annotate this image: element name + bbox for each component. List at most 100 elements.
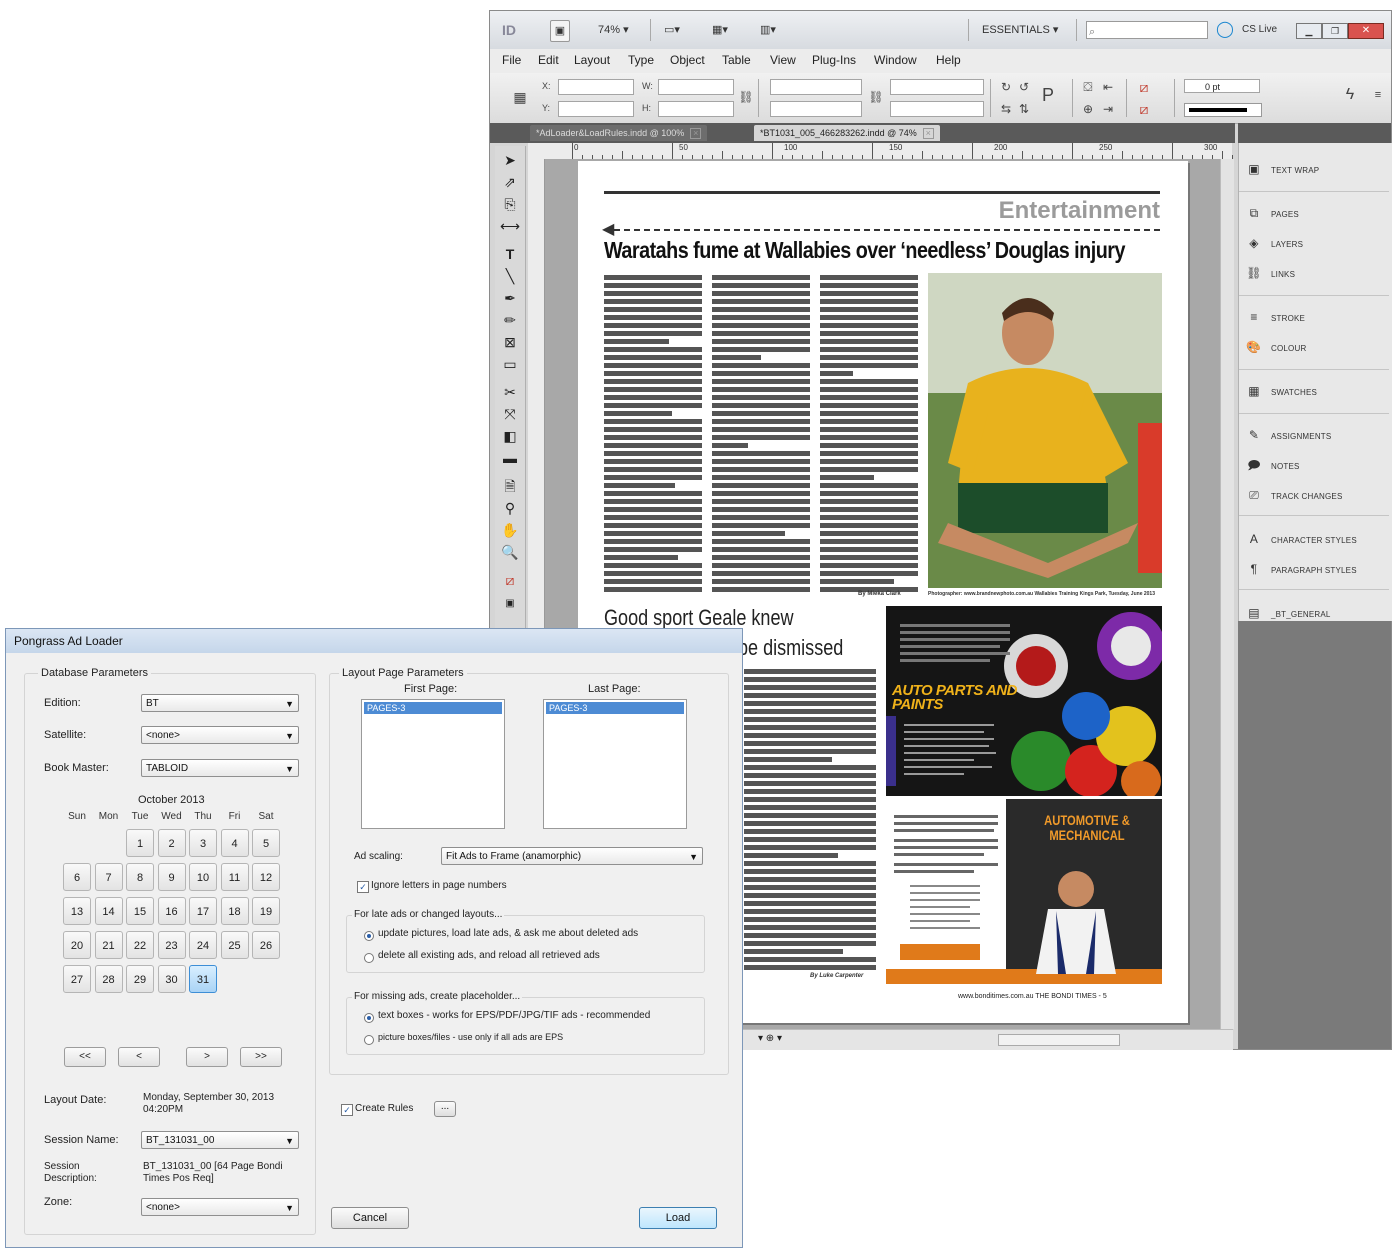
calendar-prev-year-button[interactable]: << [64,1047,106,1067]
scissors-tool-icon[interactable]: ✂ [499,382,521,402]
panel-menu-icon[interactable]: ≡ [1370,87,1386,103]
bridge-icon[interactable]: ▣ [550,20,570,42]
cs-live-icon[interactable]: ◯ [1216,20,1234,40]
panel-text-wrap[interactable]: ▣ TEXT WRAP [1245,159,1319,179]
panel-character-styles[interactable]: A CHARACTER STYLES [1245,529,1357,549]
panel-pages[interactable]: ⧉ PAGES [1245,203,1299,223]
apply-color-icon[interactable]: ▣ [499,594,521,614]
maximize-button[interactable]: ❐ [1322,23,1348,39]
stroke-weight-field[interactable]: 0 pt [1184,79,1260,93]
create-rules-checkbox[interactable]: ✓ [341,1104,353,1116]
calendar-day-20[interactable]: 20 [63,931,91,959]
menu-view[interactable]: View [770,53,796,67]
calendar-day-30[interactable]: 30 [157,965,186,993]
hand-tool-icon[interactable]: ✋ [499,520,521,540]
page-tool-icon[interactable]: ⎘ [499,194,521,214]
calendar-day-2[interactable]: 2 [157,829,186,857]
calendar-day-23[interactable]: 23 [157,931,186,959]
missing-ads-picture-radio[interactable] [364,1035,374,1045]
calendar-day-21[interactable]: 21 [94,931,123,959]
calendar-day-15[interactable]: 15 [126,897,154,925]
fill-swatch-icon[interactable]: ⧄ [1136,79,1152,95]
menu-file[interactable]: File [502,53,521,67]
shear-field[interactable] [890,101,984,117]
calendar-day-31[interactable]: 31 [189,965,217,993]
select-previous-icon[interactable]: ⇤ [1100,79,1116,95]
width-field[interactable] [658,79,734,95]
line-tool-icon[interactable]: ╲ [499,266,521,286]
close-tab-icon[interactable]: × [922,128,934,139]
free-transform-tool-icon[interactable]: ⤧ [499,404,521,424]
book-master-dropdown[interactable]: TABLOID ▼ [141,759,299,777]
cancel-button[interactable]: Cancel [331,1207,409,1229]
calendar-day-3[interactable]: 3 [189,829,217,857]
screen-mode-icon[interactable]: ▦▾ [712,20,728,40]
calendar-day-5[interactable]: 5 [252,829,280,857]
type-tool-icon[interactable]: T [499,244,521,264]
calendar-day-8[interactable]: 8 [126,863,154,891]
calendar-day-11[interactable]: 11 [220,863,249,891]
panel-swatches[interactable]: ▦ SWATCHES [1245,381,1317,401]
close-tab-icon[interactable]: × [690,128,702,139]
eyedropper-tool-icon[interactable]: ⚲ [499,498,521,518]
panel-layers[interactable]: ◈ LAYERS [1245,233,1303,253]
zoom-tool-icon[interactable]: 🔍 [499,542,521,562]
view-options-icon[interactable]: ▭▾ [664,20,680,40]
help-search-input[interactable]: ⌕ [1086,21,1208,39]
minimize-button[interactable]: ▁ [1296,23,1322,39]
calendar-day-29[interactable]: 29 [126,965,154,993]
panel-links[interactable]: ⛓ LINKS [1245,263,1295,283]
calendar-day-25[interactable]: 25 [220,931,249,959]
calendar-day-12[interactable]: 12 [252,863,280,891]
flip-horizontal-icon[interactable]: ⇆ [998,101,1014,117]
panel-paragraph-styles[interactable]: ¶ PARAGRAPH STYLES [1245,559,1357,579]
last-page-item[interactable]: PAGES-3 [546,702,684,714]
panel-notes[interactable]: 🗩 NOTES [1245,455,1300,475]
constrain-proportions-icon[interactable]: ⛓ [738,89,754,105]
calendar-day-9[interactable]: 9 [157,863,186,891]
calendar-day-18[interactable]: 18 [220,897,249,925]
rotation-field[interactable] [890,79,984,95]
calendar-day-26[interactable]: 26 [252,931,280,959]
calendar-day-4[interactable]: 4 [220,829,249,857]
rectangle-tool-icon[interactable]: ▭ [499,354,521,374]
fill-stroke-icon[interactable]: ⧄ [499,570,521,590]
arrange-documents-icon[interactable]: ▥▾ [760,20,776,40]
ad-scaling-dropdown[interactable]: Fit Ads to Frame (anamorphic) ▼ [441,847,703,865]
preflight-status-icon[interactable]: ▾ ⊕ ▾ [758,1033,782,1044]
first-page-item[interactable]: PAGES-3 [364,702,502,714]
pencil-tool-icon[interactable]: ✏ [499,310,521,330]
horizontal-scrollbar[interactable] [998,1034,1120,1046]
gradient-feather-tool-icon[interactable]: ▬ [499,448,521,468]
note-tool-icon[interactable]: 🗎 [499,476,521,496]
load-button[interactable]: Load [639,1207,717,1229]
missing-ads-textbox-label[interactable]: text boxes - works for EPS/PDF/JPG/TIF a… [378,1010,650,1021]
calendar-day-6[interactable]: 6 [63,863,91,891]
selection-tool-icon[interactable]: ➤ [499,150,521,170]
late-ads-delete-radio[interactable] [364,953,374,963]
calendar-day-17[interactable]: 17 [189,897,217,925]
first-page-list[interactable]: PAGES-3 [361,699,505,829]
panel-track-changes[interactable]: ⎚ TRACK CHANGES [1245,485,1343,505]
calendar-day-22[interactable]: 22 [126,931,154,959]
vertical-scrollbar[interactable] [1220,159,1234,1029]
quick-apply-icon[interactable]: ϟ [1342,87,1358,103]
flip-vertical-icon[interactable]: ⇅ [1016,101,1032,117]
calendar-day-13[interactable]: 13 [63,897,91,925]
stroke-swatch-icon[interactable]: ⧄ [1136,101,1152,117]
select-next-icon[interactable]: ⇥ [1100,101,1116,117]
zoom-level-dropdown[interactable]: 74% ▾ [598,20,629,40]
direct-selection-tool-icon[interactable]: ⇗ [499,172,521,192]
constrain-scale-icon[interactable]: ⛓ [868,89,884,105]
last-page-list[interactable]: PAGES-3 [543,699,687,829]
rectangle-frame-tool-icon[interactable]: ⊠ [499,332,521,352]
late-ads-delete-label[interactable]: delete all existing ads, and reload all … [378,950,600,961]
close-button[interactable]: ✕ [1348,23,1384,39]
gap-tool-icon[interactable]: ⟷ [499,216,521,236]
menu-table[interactable]: Table [722,53,751,67]
calendar-day-1[interactable]: 1 [126,829,154,857]
missing-ads-picture-label[interactable]: picture boxes/files - use only if all ad… [378,1032,563,1042]
menu-window[interactable]: Window [874,53,917,67]
pen-tool-icon[interactable]: ✒ [499,288,521,308]
rotate-cw-icon[interactable]: ↻ [998,79,1014,95]
